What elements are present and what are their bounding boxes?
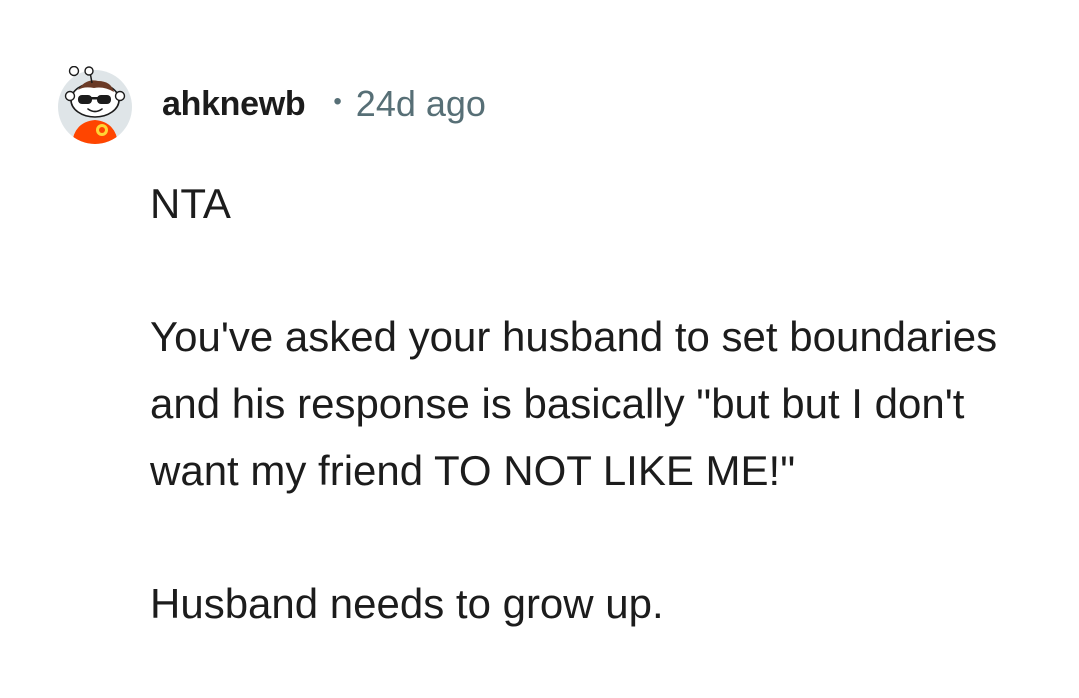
avatar[interactable]	[56, 65, 134, 144]
comment-paragraph: You've asked your husband to set boundar…	[150, 313, 998, 494]
comment-paragraph: NTA	[150, 180, 231, 227]
comment-timestamp[interactable]: 24d ago	[356, 83, 486, 125]
snoo-avatar-icon	[58, 65, 132, 144]
comment-body: NTA You've asked your husband to set bou…	[150, 170, 1050, 637]
author-username[interactable]: ahknewb	[162, 85, 306, 124]
comment: ahknewb • 24d ago NTA You've asked your …	[0, 0, 1079, 698]
meta-separator: •	[333, 88, 342, 115]
comment-paragraph: Husband needs to grow up.	[150, 580, 664, 627]
comment-header: ahknewb • 24d ago	[162, 82, 486, 126]
